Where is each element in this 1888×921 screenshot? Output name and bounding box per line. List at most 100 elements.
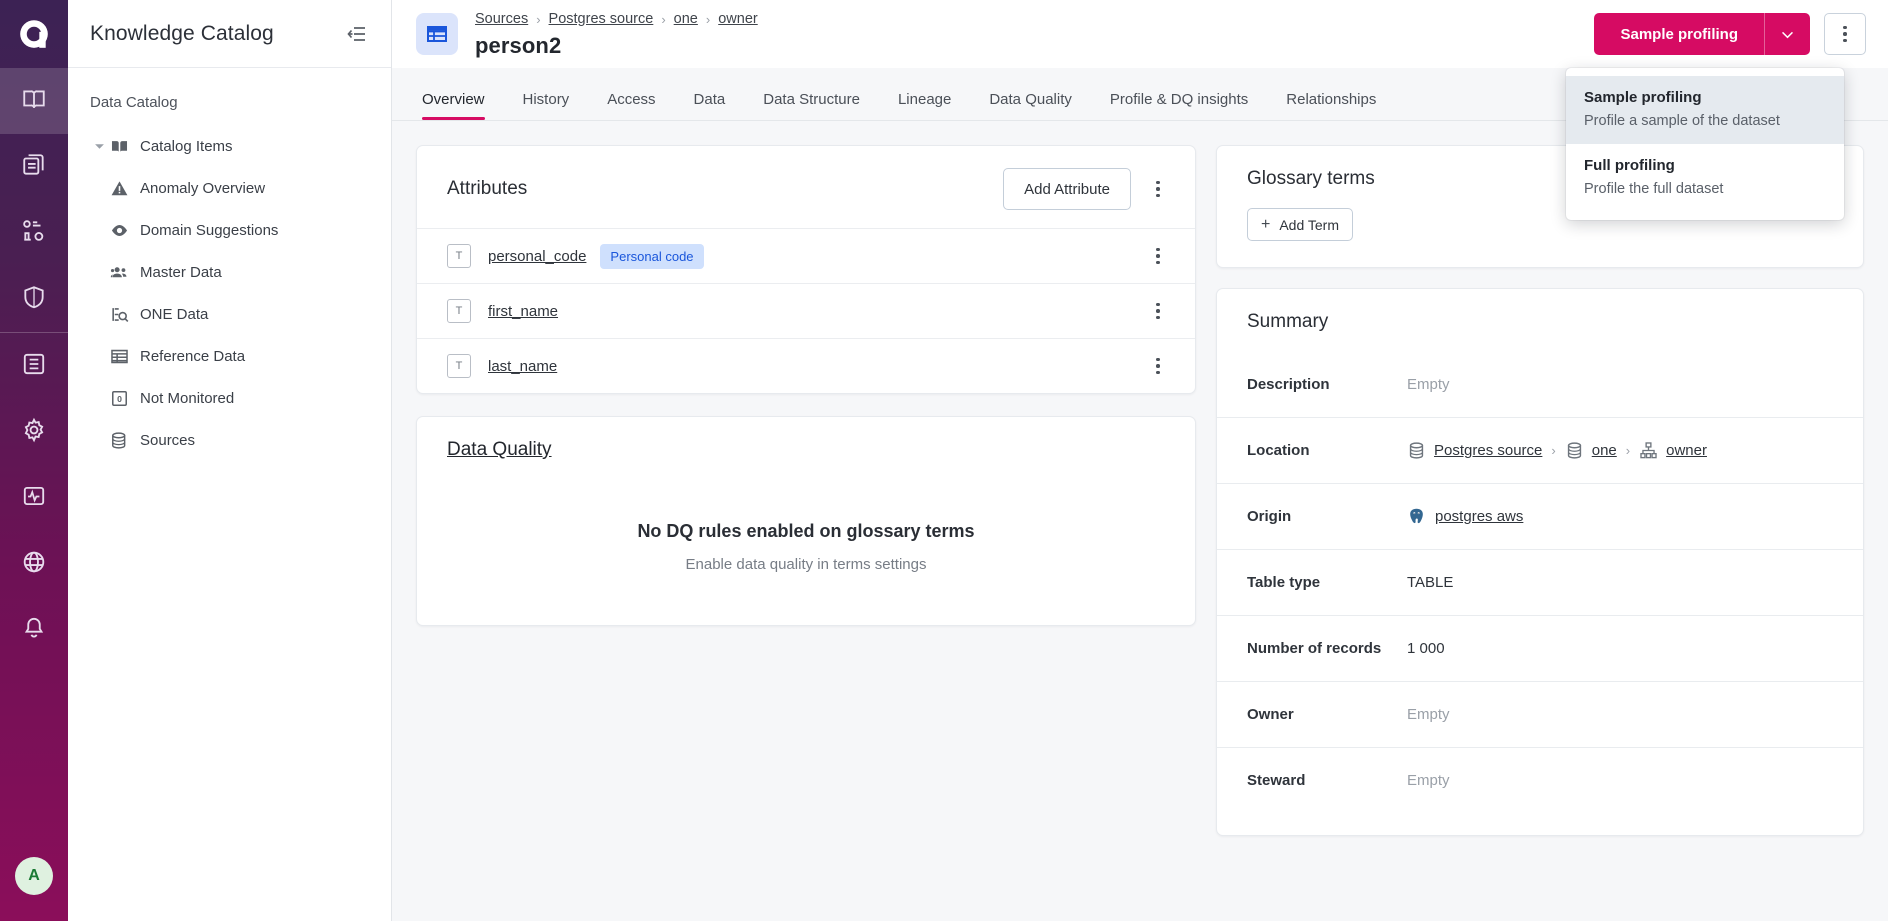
- location-link-owner[interactable]: owner: [1666, 442, 1707, 459]
- location-part-schema[interactable]: one: [1565, 441, 1617, 460]
- summary-row-table-type: Table type TABLE: [1217, 549, 1863, 615]
- bell-icon: [21, 615, 47, 646]
- tab-data[interactable]: Data: [675, 91, 745, 120]
- catalog-tree: Catalog Items Anomaly Overview Domain Su…: [68, 119, 391, 461]
- sidebar-item-sources[interactable]: Sources: [68, 419, 391, 461]
- attribute-name[interactable]: personal_code: [488, 248, 586, 265]
- summary-label: Origin: [1247, 508, 1292, 525]
- location-link-postgres-source[interactable]: Postgres source: [1434, 442, 1542, 459]
- summary-card: Summary Description Empty Location Postg…: [1216, 288, 1864, 836]
- summary-value[interactable]: Empty: [1407, 706, 1450, 723]
- add-term-button[interactable]: + Add Term: [1247, 208, 1354, 241]
- chevron-right-icon: ›: [705, 11, 711, 27]
- sidebar-item-master-data[interactable]: Master Data: [68, 251, 391, 293]
- metrics-icon: [21, 218, 47, 249]
- rail-item-global[interactable]: [0, 531, 68, 597]
- summary-value[interactable]: Empty: [1407, 376, 1450, 393]
- breadcrumb-item-owner[interactable]: owner: [718, 11, 758, 27]
- app-logo[interactable]: [0, 0, 68, 68]
- schema-icon: [1639, 441, 1658, 460]
- data-quality-card-header: Data Quality: [417, 417, 1195, 479]
- attributes-card-header: Attributes Add Attribute: [417, 146, 1195, 228]
- avatar[interactable]: A: [15, 857, 53, 895]
- page-title-block: Sources › Postgres source › one › owner …: [475, 9, 758, 59]
- location-link-one[interactable]: one: [1592, 442, 1617, 459]
- summary-value[interactable]: Empty: [1407, 772, 1450, 789]
- page-more-button[interactable]: [1824, 13, 1866, 55]
- location-part-source[interactable]: Postgres source: [1407, 441, 1542, 460]
- collapse-panel-icon[interactable]: [345, 22, 369, 46]
- book-icon: [21, 86, 47, 117]
- sample-profiling-button[interactable]: Sample profiling: [1594, 13, 1764, 55]
- summary-row-number-of-records: Number of records 1 000: [1217, 615, 1863, 681]
- data-quality-empty-state: No DQ rules enabled on glossary terms En…: [417, 479, 1195, 625]
- rail-item-data-privacy[interactable]: [0, 266, 68, 332]
- tab-overview[interactable]: Overview: [416, 91, 504, 120]
- left-column: Attributes Add Attribute T personal_code…: [416, 145, 1196, 921]
- origin-link[interactable]: postgres aws: [1435, 508, 1523, 525]
- add-term-label: Add Term: [1279, 216, 1340, 233]
- sidebar-item-not-monitored[interactable]: 0 Not Monitored: [68, 377, 391, 419]
- summary-value: 1 000: [1407, 640, 1445, 657]
- rail-item-tasks[interactable]: [0, 333, 68, 399]
- sidebar-item-catalog-items[interactable]: Catalog Items: [68, 125, 391, 167]
- sidebar-item-anomaly-overview[interactable]: Anomaly Overview: [68, 167, 391, 209]
- sidebar-item-reference-data[interactable]: Reference Data: [68, 335, 391, 377]
- tab-relationships[interactable]: Relationships: [1267, 91, 1395, 120]
- text-type-icon: T: [447, 299, 471, 323]
- attributes-card: Attributes Add Attribute T personal_code…: [416, 145, 1196, 394]
- postgres-elephant-icon: [1407, 507, 1426, 526]
- sidebar-item-label: ONE Data: [140, 305, 209, 323]
- sidebar-item-one-data[interactable]: ONE Data: [68, 293, 391, 335]
- rail-item-settings[interactable]: [0, 399, 68, 465]
- tab-history[interactable]: History: [504, 91, 589, 120]
- add-attribute-button[interactable]: Add Attribute: [1003, 168, 1131, 210]
- tab-lineage[interactable]: Lineage: [879, 91, 970, 120]
- rail-item-notifications[interactable]: [0, 597, 68, 663]
- app-root: A Knowledge Catalog Data Catalog Catalog…: [0, 0, 1888, 921]
- table-row[interactable]: T first_name: [417, 283, 1195, 338]
- more-vertical-icon: [1156, 180, 1160, 198]
- attribute-name[interactable]: first_name: [488, 303, 558, 320]
- attribute-more-button[interactable]: [1141, 347, 1175, 385]
- rail-item-files[interactable]: [0, 134, 68, 200]
- database-icon: [1407, 441, 1426, 460]
- tab-profile-dq-insights[interactable]: Profile & DQ insights: [1091, 91, 1267, 120]
- tab-data-quality[interactable]: Data Quality: [970, 91, 1091, 120]
- menu-item-title: Sample profiling: [1584, 89, 1702, 106]
- chevron-down-icon[interactable]: [1764, 13, 1810, 55]
- sidebar-section-label: Data Catalog: [90, 94, 178, 111]
- breadcrumb-item-one[interactable]: one: [674, 11, 698, 27]
- table-row[interactable]: T last_name: [417, 338, 1195, 393]
- rail-item-knowledge-catalog[interactable]: [0, 68, 68, 134]
- breadcrumb-item-postgres-source[interactable]: Postgres source: [549, 11, 654, 27]
- chevron-down-icon[interactable]: [90, 137, 108, 155]
- location-part-owner[interactable]: owner: [1639, 441, 1707, 460]
- eye-icon: [110, 221, 138, 240]
- tab-data-structure[interactable]: Data Structure: [744, 91, 879, 120]
- breadcrumb: Sources › Postgres source › one › owner: [475, 9, 758, 29]
- rail-item-monitoring[interactable]: [0, 465, 68, 531]
- documents-icon: [21, 152, 47, 183]
- attributes-more-button[interactable]: [1141, 170, 1175, 208]
- breadcrumb-item-sources[interactable]: Sources: [475, 11, 528, 27]
- data-quality-title-link[interactable]: Data Quality: [447, 439, 552, 461]
- pulse-icon: [21, 483, 47, 514]
- sidebar-item-domain-suggestions[interactable]: Domain Suggestions: [68, 209, 391, 251]
- table-row[interactable]: T personal_code Personal code: [417, 228, 1195, 283]
- attribute-more-button[interactable]: [1141, 292, 1175, 330]
- profiling-dropdown-menu: Sample profiling Profile a sample of the…: [1566, 68, 1844, 220]
- attribute-name[interactable]: last_name: [488, 358, 557, 375]
- summary-label: Location: [1247, 442, 1310, 459]
- menu-item-full-profiling[interactable]: Full profiling Profile the full dataset: [1566, 144, 1844, 212]
- summary-value-location: Postgres source › one › owner: [1407, 441, 1707, 460]
- tab-access[interactable]: Access: [588, 91, 674, 120]
- attribute-more-button[interactable]: [1141, 237, 1175, 275]
- svg-text:0: 0: [117, 394, 122, 404]
- chevron-right-icon: ›: [1625, 443, 1631, 458]
- rail-item-data-observability[interactable]: [0, 200, 68, 266]
- warning-triangle-icon: [110, 179, 138, 198]
- table-icon: [416, 13, 458, 55]
- status-badge: Personal code: [600, 243, 704, 269]
- menu-item-sample-profiling[interactable]: Sample profiling Profile a sample of the…: [1566, 76, 1844, 144]
